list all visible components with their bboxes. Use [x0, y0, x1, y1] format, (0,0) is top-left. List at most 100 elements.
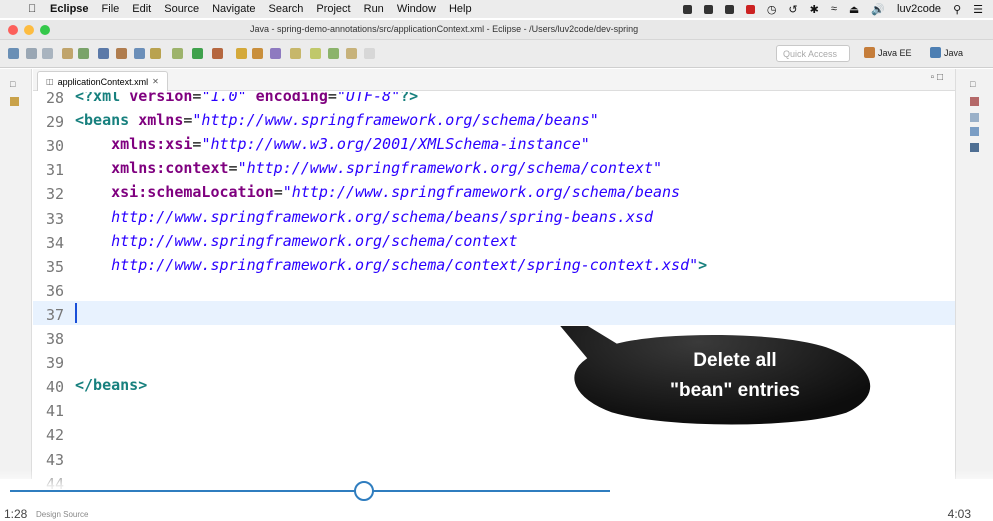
- toggle-mark-icon[interactable]: [116, 48, 127, 59]
- new-package-icon[interactable]: [252, 48, 263, 59]
- line-code: http://www.springframework.org/schema/co…: [111, 231, 518, 250]
- open-type-icon[interactable]: [62, 48, 73, 59]
- back-icon[interactable]: [346, 48, 357, 59]
- main-toolbar: Quick Access Java EE Java: [0, 40, 993, 68]
- status-record-icon[interactable]: [745, 4, 755, 14]
- menu-run[interactable]: Run: [364, 3, 384, 15]
- new-class-icon[interactable]: [270, 48, 281, 59]
- code-line[interactable]: 31 xmlns:context="http://www.springframe…: [33, 156, 955, 180]
- forward-icon[interactable]: [364, 48, 375, 59]
- notification-center-icon[interactable]: ☰: [973, 3, 983, 16]
- close-window-button[interactable]: [8, 25, 18, 35]
- debug-icon[interactable]: [172, 48, 183, 59]
- line-number: 32: [46, 185, 65, 204]
- traffic-lights: [8, 25, 50, 35]
- menu-file[interactable]: File: [102, 3, 120, 15]
- history-icon[interactable]: ↺: [788, 3, 797, 16]
- code-line[interactable]: 43: [33, 446, 955, 470]
- line-number: 43: [46, 450, 65, 469]
- line-number: 36: [46, 281, 65, 300]
- user-name[interactable]: luv2code: [897, 3, 941, 15]
- spotlight-icon[interactable]: ⚲: [953, 3, 961, 16]
- next-annotation-icon[interactable]: [310, 48, 321, 59]
- new-server-icon[interactable]: [150, 48, 161, 59]
- close-tab-icon[interactable]: ✕: [152, 77, 159, 86]
- run-icon[interactable]: [192, 48, 203, 59]
- restore-icon[interactable]: □: [970, 79, 975, 89]
- mac-menubar:  Eclipse File Edit Source Navigate Sear…: [0, 0, 993, 18]
- menu-search[interactable]: Search: [269, 3, 304, 15]
- package-explorer-icon[interactable]: [10, 97, 19, 106]
- code-line[interactable]: 30 xmlns:xsi="http://www.w3.org/2001/XML…: [33, 132, 955, 156]
- progress-track[interactable]: [10, 490, 610, 492]
- line-number: 30: [46, 137, 65, 156]
- right-trim-stack: □: [955, 69, 993, 479]
- perspective-javaee-label: Java EE: [878, 47, 912, 58]
- status-app-icon[interactable]: [703, 4, 713, 14]
- code-line[interactable]: 34 http://www.springframework.org/schema…: [33, 229, 955, 253]
- duration-time: 4:03: [947, 507, 971, 521]
- external-tools-icon[interactable]: [212, 48, 223, 59]
- previous-annotation-icon[interactable]: [328, 48, 339, 59]
- code-line[interactable]: 29 <beans xmlns="http://www.springframewo…: [33, 108, 955, 132]
- perspective-java-button[interactable]: Java: [930, 47, 963, 58]
- menu-help[interactable]: Help: [449, 3, 472, 15]
- volume-icon[interactable]: 🔊: [871, 3, 885, 16]
- menu-source[interactable]: Source: [164, 3, 199, 15]
- progress-scrubber[interactable]: [354, 481, 374, 501]
- line-number: 41: [46, 402, 65, 421]
- code-line[interactable]: 33 http://www.springframework.org/schema…: [33, 205, 955, 229]
- window-title: Java - spring-demo-annotations/src/appli…: [250, 24, 639, 34]
- status-app-icon[interactable]: [724, 4, 734, 14]
- code-line[interactable]: 37: [33, 300, 955, 325]
- code-line[interactable]: 28 <?xml version="1.0" encoding="UTF-8"?>: [33, 92, 955, 108]
- menu-eclipse[interactable]: Eclipse: [50, 3, 89, 15]
- menu-window[interactable]: Window: [397, 3, 436, 15]
- problems-icon[interactable]: [970, 127, 979, 136]
- xml-file-icon: ◫: [46, 77, 54, 86]
- wifi-icon[interactable]: ≈: [831, 3, 837, 15]
- console-view-icon[interactable]: [970, 143, 979, 152]
- line-code: <?xml version="1.0" encoding="UTF-8"?>: [75, 92, 419, 105]
- code-line[interactable]: 36: [33, 277, 955, 301]
- build-icon[interactable]: [78, 48, 89, 59]
- save-all-icon[interactable]: [42, 48, 53, 59]
- callout-bubble: Delete all "bean" entries: [557, 326, 874, 428]
- apple-icon[interactable]: : [28, 3, 40, 15]
- status-area: ◷ ↺ ✱ ≈ ⏏ 🔊 luv2code ⚲ ☰: [682, 0, 983, 18]
- restore-icon[interactable]: □: [10, 79, 15, 89]
- time-machine-icon[interactable]: ◷: [767, 3, 777, 16]
- callout-line-2: "bean" entries: [670, 380, 800, 401]
- menu-navigate[interactable]: Navigate: [212, 3, 255, 15]
- minimize-window-button[interactable]: [24, 25, 34, 35]
- editor-bottom-tabs[interactable]: Design Source: [36, 510, 88, 519]
- line-code: xsi:schemaLocation="http://www.springfra…: [111, 183, 681, 202]
- save-icon[interactable]: [26, 48, 37, 59]
- code-line[interactable]: 35 http://www.springframework.org/schema…: [33, 253, 955, 277]
- new-icon[interactable]: [8, 48, 19, 59]
- outline-icon[interactable]: [970, 113, 979, 122]
- code-line[interactable]: 32 xsi:schemaLocation="http://www.spring…: [33, 180, 955, 204]
- task-list-icon[interactable]: [970, 97, 979, 106]
- xml-editor[interactable]: 28 <?xml version="1.0" encoding="UTF-8"?>…: [33, 92, 955, 492]
- new-java-project-icon[interactable]: [236, 48, 247, 59]
- quick-access-input[interactable]: Quick Access: [776, 45, 850, 62]
- open-task-icon[interactable]: [134, 48, 145, 59]
- eject-icon[interactable]: ⏏: [849, 3, 859, 16]
- search-toolbar-icon[interactable]: [290, 48, 301, 59]
- tab-applicationcontext[interactable]: ◫ applicationContext.xml ✕: [37, 71, 168, 91]
- bluetooth-icon[interactable]: ✱: [810, 3, 819, 16]
- callout-shape: [557, 326, 874, 428]
- zoom-window-button[interactable]: [40, 25, 50, 35]
- menu-edit[interactable]: Edit: [132, 3, 151, 15]
- console-icon[interactable]: [98, 48, 109, 59]
- video-controls: Design Source 1:28 4:03: [0, 470, 993, 521]
- minimize-maximize-icon[interactable]: ▫ □: [931, 72, 943, 83]
- perspective-java-label: Java: [944, 47, 964, 58]
- status-app-icon[interactable]: [682, 4, 692, 14]
- editor-tabbar: ◫ applicationContext.xml ✕ ▫ □: [33, 69, 955, 91]
- menu-project[interactable]: Project: [316, 3, 350, 15]
- line-code: xmlns:xsi="http://www.w3.org/2001/XMLSch…: [111, 135, 590, 154]
- perspective-javaee-button[interactable]: Java EE: [864, 47, 912, 58]
- line-number: 29: [46, 113, 65, 132]
